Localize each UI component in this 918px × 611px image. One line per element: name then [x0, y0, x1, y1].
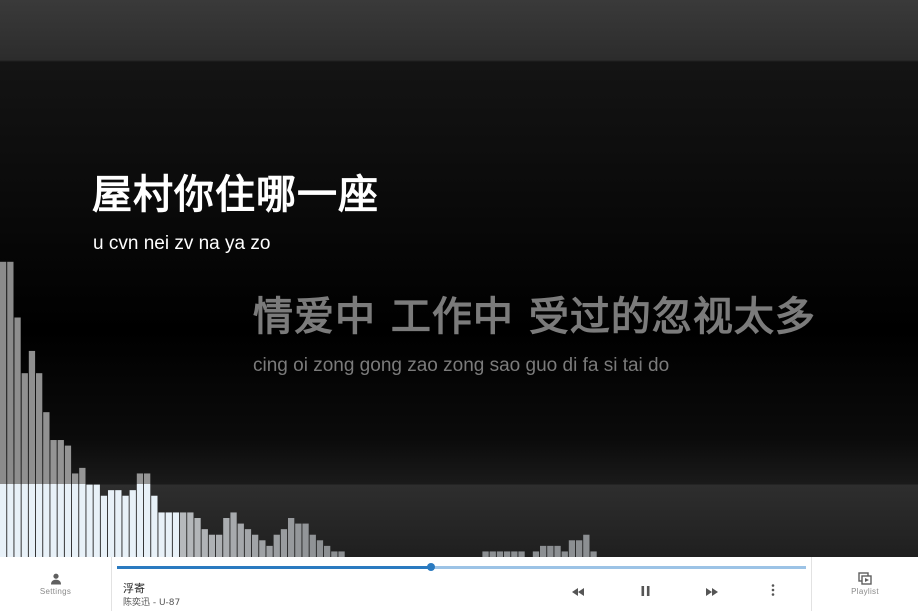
visualizer-bar	[201, 529, 208, 557]
visualizer-bar	[309, 534, 316, 557]
rewind-icon	[572, 583, 584, 601]
visualizer-bar	[576, 540, 583, 557]
pause-button[interactable]	[636, 583, 654, 601]
visualizer-bar	[28, 350, 36, 557]
visualizer-bar	[237, 523, 244, 557]
progress-thumb[interactable]	[427, 563, 436, 571]
visualizer-bar	[324, 545, 331, 557]
person-icon	[50, 573, 62, 585]
visualizer-bar	[547, 545, 554, 557]
settings-button[interactable]: Settings	[0, 557, 112, 611]
visualizer-bar	[129, 490, 136, 557]
visualizer-bar	[208, 534, 216, 557]
visualizer-bar	[568, 540, 576, 557]
visualizer-bar	[151, 495, 158, 557]
more-options-button[interactable]	[764, 583, 782, 601]
settings-label: Settings	[39, 586, 72, 596]
visualizer-bar	[86, 484, 93, 557]
playlist-icon	[858, 572, 872, 585]
visualizer-bar	[79, 467, 86, 557]
current-lyric-romanization: u cvn nei zv na ya zo	[93, 233, 271, 254]
visualizer-bar	[223, 518, 230, 557]
progress-slider[interactable]	[117, 563, 806, 571]
fast-forward-button[interactable]	[703, 583, 721, 601]
next-lyric-romanization: cing oi zong gong zao zong sao guo di fa…	[253, 355, 670, 376]
visualizer-bar	[72, 473, 79, 557]
visualizer-bar	[14, 317, 21, 557]
visualizer-bar	[122, 495, 129, 557]
visualizer-bar	[100, 495, 108, 557]
visualizer-bar	[540, 545, 547, 557]
visualizer-bar	[252, 534, 259, 557]
rewind-button[interactable]	[569, 583, 587, 601]
visualizer-bar	[194, 518, 201, 557]
visualizer-bar	[554, 545, 561, 557]
visualizer-bar	[302, 523, 309, 557]
visualizer-bar	[57, 440, 64, 557]
audio-visualizer	[0, 261, 597, 557]
more-vertical-icon	[771, 583, 775, 601]
visualizer-bar	[115, 490, 122, 557]
song-artist-album: 陈奕迅 - U-87	[123, 598, 181, 608]
visualizer-bar	[280, 529, 288, 557]
visualizer-bar	[583, 534, 590, 557]
current-lyric-line: 屋村你住哪一座	[92, 172, 379, 218]
visualizer-bar	[0, 261, 7, 557]
visualizer-bar	[136, 473, 144, 557]
lyrics-stage: 屋村你住哪一座 u cvn nei zv na ya zo 情爱中 工作中 受过…	[0, 0, 918, 557]
pause-icon	[641, 583, 650, 601]
song-title: 浮寄	[123, 582, 145, 595]
player-controls: 浮寄 陈奕迅 - U-87	[112, 557, 811, 611]
visualizer-bar	[64, 445, 72, 557]
playlist-label: Playlist	[851, 587, 879, 596]
visualizer-bar	[43, 412, 50, 557]
fast-forward-icon	[706, 583, 718, 601]
next-lyric-line: 情爱中 工作中 受过的忽视太多	[253, 294, 816, 340]
visualizer-bar	[288, 518, 295, 557]
playlist-button[interactable]: Playlist	[811, 557, 918, 611]
visualizer-bar	[21, 373, 28, 557]
visualizer-bar	[172, 512, 180, 557]
visualizer-bar	[50, 440, 57, 557]
visualizer-bar	[187, 512, 194, 557]
visualizer-bar	[216, 534, 223, 557]
player-bar: Settings 浮寄 陈奕迅 - U-87 Playlist	[0, 557, 918, 611]
visualizer-bar	[7, 261, 14, 557]
visualizer-bar	[144, 473, 151, 557]
visualizer-bar	[316, 540, 324, 557]
visualizer-bar	[36, 373, 43, 557]
visualizer-bar	[273, 534, 280, 557]
visualizer-bar	[266, 545, 273, 557]
visualizer-bar	[93, 484, 100, 557]
visualizer-bar	[108, 490, 115, 557]
progress-fill	[117, 566, 432, 569]
visualizer-bar	[244, 529, 252, 557]
visualizer-bar	[230, 512, 237, 557]
visualizer-bar	[165, 512, 172, 557]
visualizer-bar	[158, 512, 165, 557]
visualizer-bar	[180, 512, 187, 557]
visualizer-bar	[259, 540, 266, 557]
visualizer-bar	[295, 523, 302, 557]
